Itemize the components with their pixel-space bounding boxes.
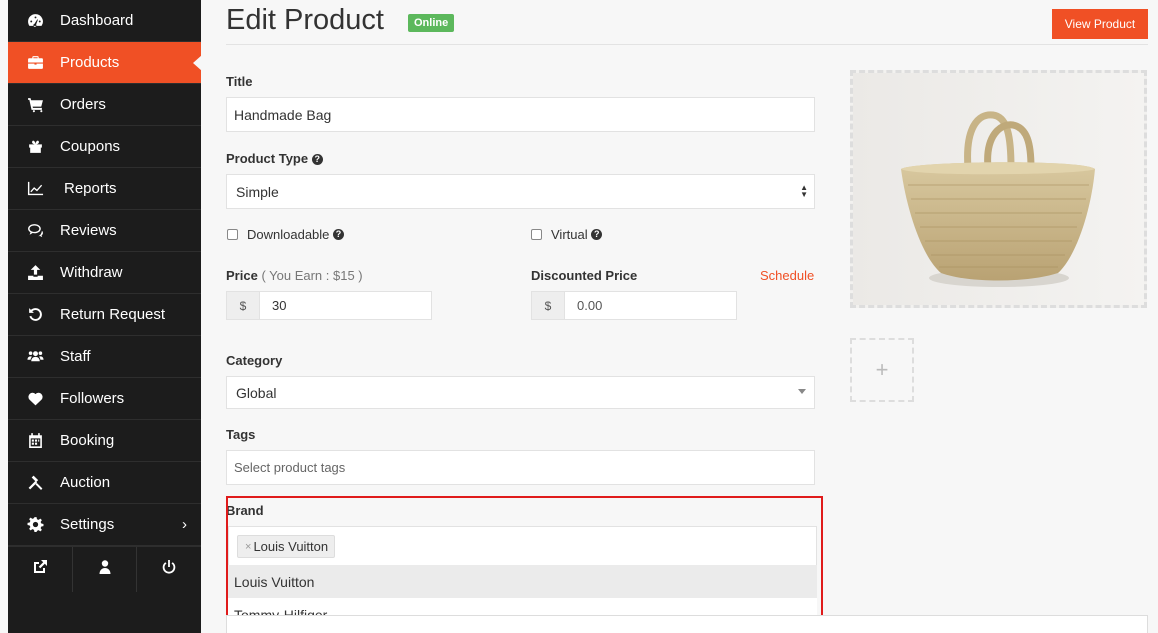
caret-down-icon	[798, 389, 806, 394]
header-divider	[226, 44, 1148, 45]
sidebar-item-dashboard[interactable]: Dashboard	[8, 0, 201, 42]
sidebar-item-label: Reviews	[60, 222, 117, 239]
brand-tag: × Louis Vuitton	[237, 535, 336, 558]
category-select[interactable]: Global	[226, 376, 815, 409]
external-link-icon	[32, 559, 48, 580]
discount-currency: $	[531, 291, 565, 320]
upload-icon	[24, 264, 46, 281]
category-value: Global	[236, 384, 277, 401]
category-label: Category	[226, 353, 283, 368]
sidebar-item-label: Products	[60, 54, 120, 71]
view-product-button[interactable]: View Product	[1052, 9, 1148, 39]
gavel-icon	[24, 474, 46, 491]
help-icon: ?	[591, 229, 603, 240]
product-type-value: Simple	[236, 183, 279, 200]
cart-icon	[24, 96, 46, 113]
status-badge: Online	[408, 14, 455, 32]
sidebar-item-label: Reports	[64, 180, 117, 197]
sidebar: Dashboard Products Orders Coupons Report…	[8, 0, 202, 633]
select-arrows-icon: ▲ ▼	[800, 183, 808, 199]
brand-option[interactable]: Louis Vuitton	[228, 565, 817, 598]
comments-icon	[24, 222, 46, 239]
plus-icon: +	[875, 357, 889, 382]
sidebar-item-return-request[interactable]: Return Request	[8, 294, 201, 336]
undo-icon	[24, 306, 46, 323]
title-input[interactable]: Handmade Bag	[226, 97, 815, 132]
sidebar-item-label: Withdraw	[60, 264, 123, 281]
sidebar-item-staff[interactable]: Staff	[8, 336, 201, 378]
briefcase-icon	[24, 54, 46, 71]
sidebar-item-withdraw[interactable]: Withdraw	[8, 252, 201, 294]
sidebar-item-settings[interactable]: Settings ›	[8, 504, 201, 546]
product-type-select[interactable]: Simple ▲ ▼	[226, 174, 815, 209]
product-image[interactable]	[850, 70, 1147, 308]
logout-button[interactable]	[137, 547, 201, 592]
downloadable-checkbox[interactable]: Downloadable ?	[227, 227, 345, 242]
sidebar-item-label: Auction	[60, 474, 111, 491]
earnings-note: ( You Earn : $15 )	[261, 268, 363, 283]
schedule-link[interactable]: Schedule	[760, 268, 814, 283]
add-image-button[interactable]: +	[850, 338, 914, 402]
dashboard-icon	[24, 12, 46, 29]
sidebar-item-booking[interactable]: Booking	[8, 420, 201, 462]
sidebar-item-label: Return Request	[60, 306, 166, 323]
users-icon	[24, 348, 46, 365]
chevron-right-icon: ›	[182, 516, 187, 533]
app: Dashboard Products Orders Coupons Report…	[0, 0, 1158, 633]
line-chart-icon	[24, 180, 46, 197]
downloadable-label: Downloadable	[247, 227, 330, 242]
checkbox-box[interactable]	[531, 229, 542, 240]
heart-icon	[24, 390, 46, 407]
sidebar-item-coupons[interactable]: Coupons	[8, 126, 201, 168]
sidebar-item-label: Staff	[60, 348, 91, 365]
page-title: Edit Product	[226, 4, 384, 36]
brand-select[interactable]: × Louis Vuitton	[228, 526, 817, 566]
virtual-label: Virtual	[551, 227, 588, 242]
sidebar-item-label: Booking	[60, 432, 115, 449]
gear-icon	[24, 516, 46, 533]
remove-tag-icon[interactable]: ×	[245, 541, 251, 553]
external-link-button[interactable]	[8, 547, 73, 592]
sidebar-item-label: Settings	[60, 516, 115, 533]
title-label: Title	[226, 74, 253, 89]
brand-highlight: × Louis Vuitton Louis Vuitton Tommy-Hilf…	[226, 496, 823, 631]
tags-label: Tags	[226, 427, 256, 442]
user-button[interactable]	[73, 547, 138, 592]
user-icon	[97, 559, 113, 580]
help-icon: ?	[333, 229, 345, 240]
brand-tag-label: Louis Vuitton	[253, 539, 329, 554]
sidebar-footer	[8, 546, 201, 592]
discounted-price-input[interactable]: 0.00	[564, 291, 737, 320]
price-currency: $	[226, 291, 260, 320]
basket-image	[853, 73, 1144, 305]
sidebar-item-label: Coupons	[60, 138, 121, 155]
price-label: Price ( You Earn : $15 )	[226, 268, 363, 283]
sidebar-item-label: Followers	[60, 390, 125, 407]
sidebar-item-followers[interactable]: Followers	[8, 378, 201, 420]
sidebar-item-label: Dashboard	[60, 12, 134, 29]
sidebar-item-reports[interactable]: Reports	[8, 168, 201, 210]
checkbox-box[interactable]	[227, 229, 238, 240]
price-input[interactable]: 30	[259, 291, 432, 320]
sidebar-item-reviews[interactable]: Reviews	[8, 210, 201, 252]
sidebar-item-orders[interactable]: Orders	[8, 84, 201, 126]
virtual-checkbox[interactable]: Virtual ?	[531, 227, 603, 242]
discounted-price-label: Discounted Price	[531, 268, 638, 283]
sidebar-item-products[interactable]: Products	[8, 42, 202, 84]
description-editor[interactable]	[226, 615, 1148, 633]
sidebar-item-label: Orders	[60, 96, 106, 113]
calendar-icon	[24, 432, 46, 449]
power-icon	[161, 559, 177, 580]
help-icon: ?	[311, 154, 323, 165]
gift-icon	[24, 138, 46, 155]
sidebar-item-auction[interactable]: Auction	[8, 462, 201, 504]
product-type-label: Product Type ?	[226, 151, 323, 166]
tags-input[interactable]: Select product tags	[226, 450, 815, 485]
edit-product-form: Edit Product Online View Product Title H…	[226, 0, 1158, 633]
